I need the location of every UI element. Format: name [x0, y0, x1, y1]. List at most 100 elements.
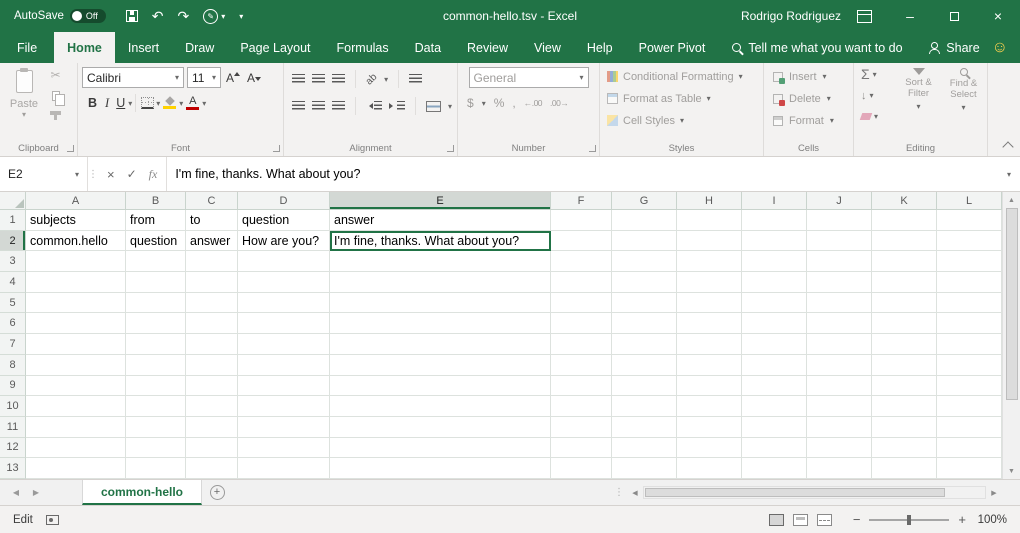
format-cells-button[interactable]: Format ▾	[773, 112, 853, 129]
cell-G3[interactable]	[612, 251, 677, 272]
accounting-format-icon[interactable]: $	[467, 96, 474, 110]
cell-G12[interactable]	[612, 438, 677, 459]
cell-E5[interactable]	[330, 293, 551, 314]
macro-record-icon[interactable]	[46, 515, 59, 525]
cell-B7[interactable]	[126, 334, 186, 355]
cell-G11[interactable]	[612, 417, 677, 438]
cell-A6[interactable]	[26, 313, 126, 334]
cell-C2[interactable]: answer	[186, 231, 238, 252]
cell-F6[interactable]	[551, 313, 612, 334]
cell-L5[interactable]	[937, 293, 1002, 314]
decrease-decimal-icon[interactable]: .00→	[550, 98, 568, 108]
number-format-select[interactable]: General ▾	[469, 67, 589, 88]
cell-J13[interactable]	[807, 458, 872, 479]
cell-H7[interactable]	[677, 334, 742, 355]
bottom-align-icon[interactable]	[332, 74, 345, 85]
cell-F10[interactable]	[551, 396, 612, 417]
cell-A12[interactable]	[26, 438, 126, 459]
cell-D10[interactable]	[238, 396, 330, 417]
tab-insert[interactable]: Insert	[115, 32, 172, 63]
column-header-B[interactable]: B	[126, 192, 186, 210]
cell-J7[interactable]	[807, 334, 872, 355]
format-as-table-button[interactable]: Format as Table ▾	[607, 90, 763, 107]
cell-F1[interactable]	[551, 210, 612, 231]
chevron-down-icon[interactable]: ▾	[384, 75, 388, 84]
zoom-in-icon[interactable]: +	[958, 512, 966, 527]
cell-A1[interactable]: subjects	[26, 210, 126, 231]
cell-styles-button[interactable]: Cell Styles ▾	[607, 112, 763, 129]
cell-B4[interactable]	[126, 272, 186, 293]
cell-A13[interactable]	[26, 458, 126, 479]
align-center-icon[interactable]	[312, 101, 325, 112]
cell-A4[interactable]	[26, 272, 126, 293]
cell-A3[interactable]	[26, 251, 126, 272]
cell-F13[interactable]	[551, 458, 612, 479]
cell-A7[interactable]	[26, 334, 126, 355]
cell-K13[interactable]	[872, 458, 937, 479]
column-header-H[interactable]: H	[677, 192, 742, 210]
zoom-slider[interactable]	[869, 514, 949, 526]
zoom-level[interactable]: 100%	[975, 514, 1007, 526]
tab-data[interactable]: Data	[402, 32, 454, 63]
cell-J9[interactable]	[807, 376, 872, 397]
cell-J6[interactable]	[807, 313, 872, 334]
customize-qat-icon[interactable]: ▾	[239, 12, 243, 21]
cell-E2[interactable]: I'm fine, thanks. What about you?	[330, 231, 551, 252]
scroll-down-icon[interactable]: ▼	[1008, 463, 1015, 479]
cell-E9[interactable]	[330, 376, 551, 397]
tell-me-box[interactable]: Tell me what you want to do	[732, 32, 902, 63]
row-header-6[interactable]: 6	[0, 313, 26, 334]
cell-E7[interactable]	[330, 334, 551, 355]
close-button[interactable]: ×	[976, 0, 1020, 32]
alignment-dialog-launcher-icon[interactable]	[447, 145, 454, 152]
zoom-out-icon[interactable]: −	[853, 512, 861, 527]
cell-E3[interactable]	[330, 251, 551, 272]
tab-view[interactable]: View	[521, 32, 574, 63]
tab-draw[interactable]: Draw	[172, 32, 227, 63]
horizontal-scrollbar-thumb[interactable]	[645, 488, 945, 497]
cell-K10[interactable]	[872, 396, 937, 417]
chevron-down-icon[interactable]: ▾	[179, 99, 183, 108]
cancel-icon[interactable]: ×	[107, 167, 115, 182]
cell-K8[interactable]	[872, 355, 937, 376]
cell-H1[interactable]	[677, 210, 742, 231]
cell-K11[interactable]	[872, 417, 937, 438]
previous-sheet-icon[interactable]: ◀	[6, 480, 26, 505]
maximize-button[interactable]	[932, 0, 976, 32]
cell-L10[interactable]	[937, 396, 1002, 417]
cell-K3[interactable]	[872, 251, 937, 272]
find-select-button[interactable]: Find & Select ▾	[941, 68, 986, 114]
cell-L6[interactable]	[937, 313, 1002, 334]
cell-D7[interactable]	[238, 334, 330, 355]
chevron-down-icon[interactable]: ▾	[482, 99, 486, 108]
cell-C3[interactable]	[186, 251, 238, 272]
column-header-I[interactable]: I	[742, 192, 807, 210]
column-header-E[interactable]: E	[330, 192, 551, 210]
cell-C9[interactable]	[186, 376, 238, 397]
insert-function-icon[interactable]: fx	[149, 167, 158, 182]
cell-D5[interactable]	[238, 293, 330, 314]
cell-D6[interactable]	[238, 313, 330, 334]
cell-C12[interactable]	[186, 438, 238, 459]
cell-K2[interactable]	[872, 231, 937, 252]
cell-D8[interactable]	[238, 355, 330, 376]
chevron-down-icon[interactable]: ▾	[221, 12, 225, 21]
feedback-smiley-icon[interactable]: ☺	[992, 32, 1008, 63]
cell-H11[interactable]	[677, 417, 742, 438]
ribbon-display-options-icon[interactable]	[857, 10, 872, 23]
decrease-font-size-button[interactable]: A	[245, 71, 263, 85]
sort-filter-button[interactable]: Sort & Filter ▾	[896, 68, 941, 114]
cell-J8[interactable]	[807, 355, 872, 376]
cell-C5[interactable]	[186, 293, 238, 314]
undo-icon[interactable]: ↶	[152, 9, 164, 23]
cell-H4[interactable]	[677, 272, 742, 293]
cell-J2[interactable]	[807, 231, 872, 252]
decrease-indent-icon[interactable]	[366, 101, 382, 112]
increase-decimal-icon[interactable]: ←.00	[524, 98, 542, 108]
cell-F7[interactable]	[551, 334, 612, 355]
cell-H10[interactable]	[677, 396, 742, 417]
comma-style-icon[interactable]: ,	[512, 96, 515, 110]
row-header-1[interactable]: 1	[0, 210, 26, 231]
fill-button[interactable]: ↓ ▾	[861, 88, 878, 103]
cell-L1[interactable]	[937, 210, 1002, 231]
